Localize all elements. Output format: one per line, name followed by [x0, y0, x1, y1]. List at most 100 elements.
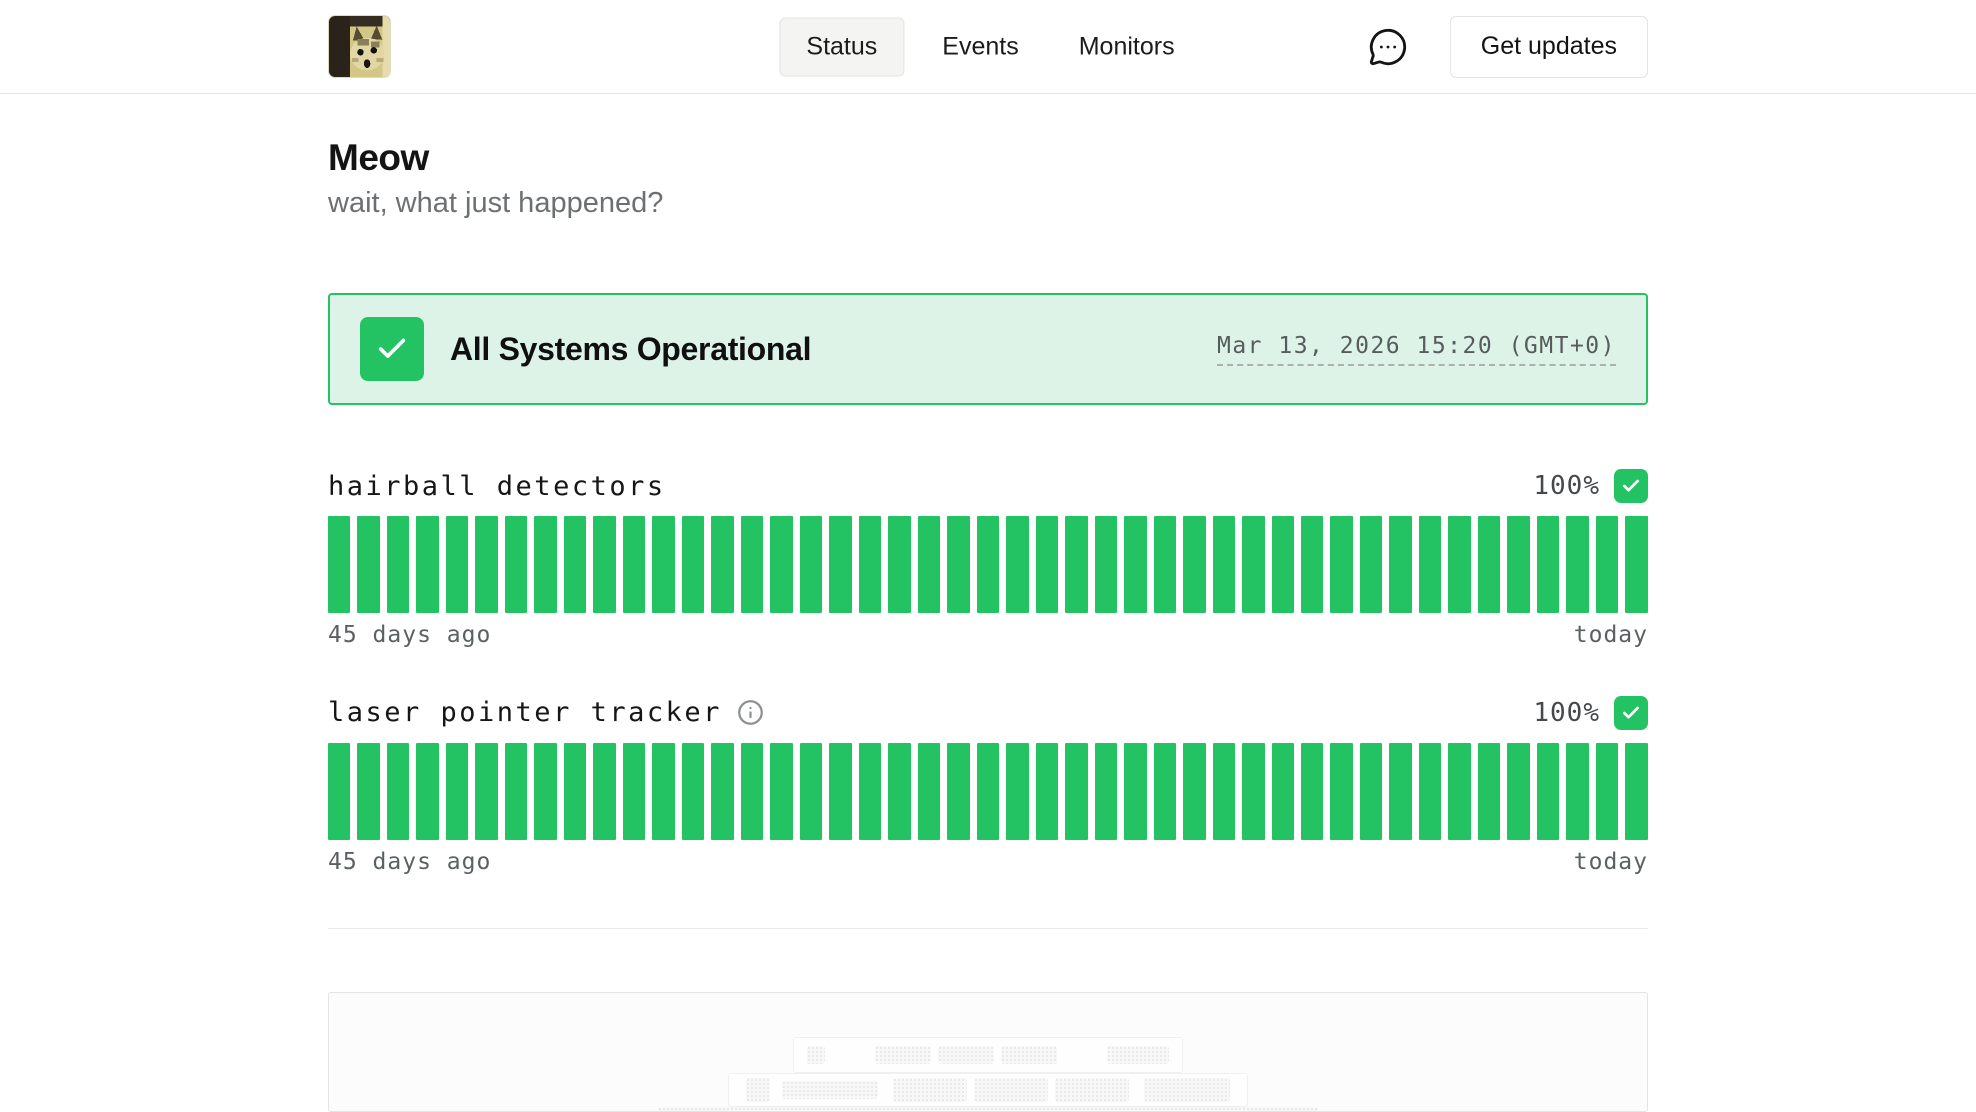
uptime-bar-operational[interactable] [564, 516, 586, 613]
uptime-bar-operational[interactable] [593, 516, 615, 613]
uptime-bar-operational[interactable] [1419, 516, 1441, 613]
uptime-bar-operational[interactable] [1360, 516, 1382, 613]
uptime-bar-operational[interactable] [829, 516, 851, 613]
uptime-bar-operational[interactable] [859, 516, 881, 613]
uptime-bar-operational[interactable] [1478, 516, 1500, 613]
uptime-bar-operational[interactable] [1301, 743, 1323, 840]
uptime-bar-operational[interactable] [1242, 743, 1264, 840]
uptime-bar-operational[interactable] [947, 743, 969, 840]
uptime-bar-operational[interactable] [1006, 743, 1028, 840]
uptime-bar-operational[interactable] [475, 743, 497, 840]
uptime-bar-operational[interactable] [1124, 743, 1146, 840]
uptime-bar-operational[interactable] [711, 743, 733, 840]
uptime-bar-operational[interactable] [534, 516, 556, 613]
uptime-bar-operational[interactable] [1448, 743, 1470, 840]
uptime-bar-operational[interactable] [328, 743, 350, 840]
uptime-bar-operational[interactable] [652, 516, 674, 613]
uptime-bar-operational[interactable] [1389, 743, 1411, 840]
uptime-bar-operational[interactable] [1272, 516, 1294, 613]
uptime-bar-operational[interactable] [357, 743, 379, 840]
status-timestamp[interactable]: Mar 13, 2026 15:20 (GMT+0) [1217, 333, 1616, 366]
uptime-bar-operational[interactable] [1537, 516, 1559, 613]
uptime-bar-operational[interactable] [1330, 516, 1352, 613]
uptime-bar-operational[interactable] [387, 743, 409, 840]
uptime-bar-operational[interactable] [1213, 743, 1235, 840]
uptime-bar-operational[interactable] [505, 743, 527, 840]
uptime-bar-operational[interactable] [564, 743, 586, 840]
uptime-bar-operational[interactable] [1242, 516, 1264, 613]
uptime-bar-operational[interactable] [652, 743, 674, 840]
uptime-bar-operational[interactable] [1183, 743, 1205, 840]
uptime-bar-operational[interactable] [1036, 516, 1058, 613]
uptime-bar-operational[interactable] [1389, 516, 1411, 613]
tab-events[interactable]: Events [920, 17, 1040, 76]
uptime-bar-operational[interactable] [416, 516, 438, 613]
uptime-bar-operational[interactable] [741, 516, 763, 613]
tab-status[interactable]: Status [779, 17, 904, 76]
uptime-bar-operational[interactable] [1154, 516, 1176, 613]
uptime-bar-operational[interactable] [446, 516, 468, 613]
uptime-bar-operational[interactable] [1596, 516, 1618, 613]
get-updates-button[interactable]: Get updates [1450, 16, 1648, 78]
uptime-bar-operational[interactable] [1537, 743, 1559, 840]
uptime-bar-operational[interactable] [328, 516, 350, 613]
uptime-bar-operational[interactable] [1625, 516, 1647, 613]
uptime-bar-operational[interactable] [1124, 516, 1146, 613]
uptime-bar-operational[interactable] [1095, 743, 1117, 840]
uptime-bar-operational[interactable] [1507, 516, 1529, 613]
tab-monitors[interactable]: Monitors [1057, 17, 1197, 76]
uptime-bar-operational[interactable] [888, 743, 910, 840]
uptime-bar-operational[interactable] [947, 516, 969, 613]
uptime-bar-operational[interactable] [1507, 743, 1529, 840]
uptime-bar-operational[interactable] [888, 516, 910, 613]
uptime-bar-operational[interactable] [623, 743, 645, 840]
uptime-bar-operational[interactable] [1272, 743, 1294, 840]
uptime-bar-operational[interactable] [741, 743, 763, 840]
uptime-bar-operational[interactable] [977, 743, 999, 840]
uptime-bar-operational[interactable] [593, 743, 615, 840]
uptime-bar-operational[interactable] [800, 516, 822, 613]
uptime-bar-operational[interactable] [1566, 516, 1588, 613]
uptime-bar-operational[interactable] [1301, 516, 1323, 613]
uptime-bar-operational[interactable] [505, 516, 527, 613]
uptime-bar-operational[interactable] [446, 743, 468, 840]
uptime-bar-operational[interactable] [534, 743, 556, 840]
feedback-chat-button[interactable] [1368, 27, 1408, 67]
uptime-bar-operational[interactable] [1154, 743, 1176, 840]
uptime-bar-operational[interactable] [1213, 516, 1235, 613]
uptime-bar-operational[interactable] [918, 743, 940, 840]
uptime-bar-operational[interactable] [387, 516, 409, 613]
uptime-bar-operational[interactable] [1065, 743, 1087, 840]
uptime-bar-operational[interactable] [977, 516, 999, 613]
uptime-bar-operational[interactable] [1183, 516, 1205, 613]
uptime-bar-operational[interactable] [416, 743, 438, 840]
uptime-bar-operational[interactable] [357, 516, 379, 613]
uptime-bar-operational[interactable] [1625, 743, 1647, 840]
uptime-bar-operational[interactable] [1566, 743, 1588, 840]
uptime-bar-operational[interactable] [475, 516, 497, 613]
uptime-bar-operational[interactable] [1006, 516, 1028, 613]
uptime-bar-operational[interactable] [770, 516, 792, 613]
uptime-bar-operational[interactable] [682, 516, 704, 613]
ghost-label [782, 1081, 878, 1099]
uptime-bar-operational[interactable] [1596, 743, 1618, 840]
uptime-bar-operational[interactable] [1036, 743, 1058, 840]
uptime-bar-operational[interactable] [829, 743, 851, 840]
uptime-bar-operational[interactable] [1360, 743, 1382, 840]
uptime-bar-operational[interactable] [1419, 743, 1441, 840]
uptime-bar-operational[interactable] [800, 743, 822, 840]
info-icon[interactable] [737, 699, 764, 726]
uptime-bar-operational[interactable] [1478, 743, 1500, 840]
uptime-bar-operational[interactable] [1448, 516, 1470, 613]
uptime-bar-operational[interactable] [711, 516, 733, 613]
uptime-bar-operational[interactable] [682, 743, 704, 840]
uptime-bar-operational[interactable] [1095, 516, 1117, 613]
uptime-bar-operational[interactable] [859, 743, 881, 840]
uptime-bar-operational[interactable] [770, 743, 792, 840]
site-logo-cat-avatar[interactable] [328, 15, 391, 78]
uptime-bar-operational[interactable] [918, 516, 940, 613]
uptime-bar-operational[interactable] [1330, 743, 1352, 840]
uptime-bar-operational[interactable] [1065, 516, 1087, 613]
uptime-bar-operational[interactable] [623, 516, 645, 613]
cat-image [329, 16, 390, 77]
